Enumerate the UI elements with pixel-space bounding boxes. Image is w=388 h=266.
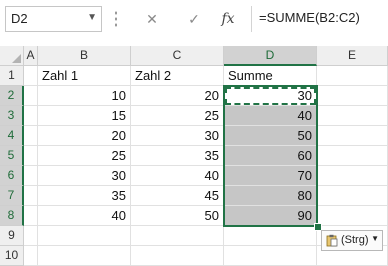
name-box[interactable]: D2 ▼ xyxy=(5,6,102,32)
formula-bar-area: D2 ▼ ✕ ✓ fx =SUMME(B2:C2) xyxy=(0,0,388,46)
select-all-button[interactable] xyxy=(0,46,24,66)
cell-a10[interactable] xyxy=(24,246,38,266)
cell-e1[interactable] xyxy=(317,66,388,86)
column-header-c[interactable]: C xyxy=(131,46,224,66)
cell-b1[interactable]: Zahl 1 xyxy=(38,66,131,86)
row-header-8[interactable]: 8 xyxy=(0,206,24,226)
cell-c4[interactable]: 30 xyxy=(131,126,224,146)
cell-c9[interactable] xyxy=(131,226,224,246)
row-header-6[interactable]: 6 xyxy=(0,166,24,186)
cell-e3[interactable] xyxy=(317,106,388,126)
cell-b2[interactable]: 10 xyxy=(38,86,131,106)
cell-e4[interactable] xyxy=(317,126,388,146)
cell-b4[interactable]: 20 xyxy=(38,126,131,146)
enter-icon[interactable]: ✓ xyxy=(183,8,205,30)
row-header-5[interactable]: 5 xyxy=(0,146,24,166)
cell-b6[interactable]: 30 xyxy=(38,166,131,186)
cell-c1[interactable]: Zahl 2 xyxy=(131,66,224,86)
column-header-a[interactable]: A xyxy=(24,46,38,66)
row-header-1[interactable]: 1 xyxy=(0,66,24,86)
cell-c8[interactable]: 50 xyxy=(131,206,224,226)
cell-d6[interactable]: 70 xyxy=(224,166,317,186)
name-box-value: D2 xyxy=(11,11,28,26)
cell-d9[interactable] xyxy=(224,226,317,246)
row-header-2[interactable]: 2 xyxy=(0,86,24,106)
cell-d1[interactable]: Summe xyxy=(224,66,317,86)
cell-a4[interactable] xyxy=(24,126,38,146)
cell-c10[interactable] xyxy=(131,246,224,266)
cell-d8[interactable]: 90 xyxy=(224,206,317,226)
cell-c2[interactable]: 20 xyxy=(131,86,224,106)
cell-d2[interactable]: 30 xyxy=(224,86,317,106)
cell-c5[interactable]: 35 xyxy=(131,146,224,166)
cell-a8[interactable] xyxy=(24,206,38,226)
select-all-triangle-icon xyxy=(12,54,21,63)
cell-e5[interactable] xyxy=(317,146,388,166)
column-header-e[interactable]: E xyxy=(317,46,388,66)
cell-e6[interactable] xyxy=(317,166,388,186)
column-header-d[interactable]: D xyxy=(224,46,317,66)
cell-e7[interactable] xyxy=(317,186,388,206)
cell-a9[interactable] xyxy=(24,226,38,246)
cell-b3[interactable]: 15 xyxy=(38,106,131,126)
drag-handle-icon[interactable] xyxy=(114,10,118,28)
cell-a2[interactable] xyxy=(24,86,38,106)
cell-c3[interactable]: 25 xyxy=(131,106,224,126)
cell-a5[interactable] xyxy=(24,146,38,166)
cell-b9[interactable] xyxy=(38,226,131,246)
row-header-10[interactable]: 10 xyxy=(0,246,24,266)
row-header-3[interactable]: 3 xyxy=(0,106,24,126)
row-header-4[interactable]: 4 xyxy=(0,126,24,146)
chevron-down-icon: ▼ xyxy=(371,234,379,243)
cell-d10[interactable] xyxy=(224,246,317,266)
row-header-7[interactable]: 7 xyxy=(0,186,24,206)
clipboard-icon xyxy=(326,234,338,247)
cancel-icon[interactable]: ✕ xyxy=(141,8,163,30)
cell-e2[interactable] xyxy=(317,86,388,106)
cell-c7[interactable]: 45 xyxy=(131,186,224,206)
cell-d5[interactable]: 60 xyxy=(224,146,317,166)
cell-a3[interactable] xyxy=(24,106,38,126)
formula-value: =SUMME(B2:C2) xyxy=(259,10,360,25)
chevron-down-icon[interactable]: ▼ xyxy=(87,12,97,23)
paste-options-label: (Strg) xyxy=(341,234,369,246)
cell-a6[interactable] xyxy=(24,166,38,186)
cell-e8[interactable] xyxy=(317,206,388,226)
cell-b8[interactable]: 40 xyxy=(38,206,131,226)
cell-c6[interactable]: 40 xyxy=(131,166,224,186)
cell-b5[interactable]: 25 xyxy=(38,146,131,166)
cell-b7[interactable]: 35 xyxy=(38,186,131,206)
paste-options-button[interactable]: (Strg) ▼ xyxy=(321,230,383,251)
cell-d3[interactable]: 40 xyxy=(224,106,317,126)
column-header-b[interactable]: B xyxy=(38,46,131,66)
row-header-9[interactable]: 9 xyxy=(0,226,24,246)
insert-function-icon[interactable]: fx xyxy=(217,8,239,30)
cell-d4[interactable]: 50 xyxy=(224,126,317,146)
cell-d7[interactable]: 80 xyxy=(224,186,317,206)
cell-a7[interactable] xyxy=(24,186,38,206)
cell-a1[interactable] xyxy=(24,66,38,86)
formula-input[interactable]: =SUMME(B2:C2) xyxy=(251,6,388,32)
cell-b10[interactable] xyxy=(38,246,131,266)
